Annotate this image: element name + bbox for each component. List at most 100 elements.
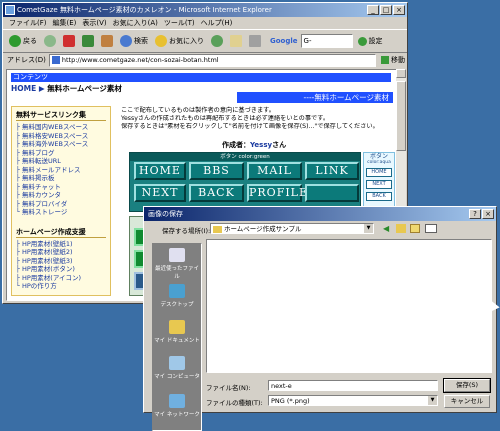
settings-icon: [357, 36, 367, 46]
breadcrumb: HOME ▶ 無料ホームページ素材: [11, 83, 122, 94]
nav-link[interactable]: ├ 無料ブログ: [16, 149, 106, 158]
nav-link[interactable]: ├ 無料メールアドレス: [16, 166, 106, 175]
dialog-titlebar[interactable]: 画像の保存 ? ×: [144, 207, 496, 221]
menu-favorites[interactable]: お気に入り(A): [113, 17, 158, 29]
desktop-icon: [169, 284, 185, 298]
sample-button-home[interactable]: HOME: [134, 162, 186, 180]
filetype-label: ファイルの種類(T):: [206, 399, 263, 407]
breadcrumb-home[interactable]: HOME: [11, 84, 36, 93]
button-panel: ボタン color:green: [129, 152, 361, 212]
nav-link[interactable]: ├ 無料掲示板: [16, 174, 106, 183]
nav-link[interactable]: ├ 無料格安WEBスペース: [16, 132, 106, 141]
nav-link[interactable]: └ 無料ストレージ: [16, 208, 106, 217]
place-my-computer[interactable]: マイ コンピュータ: [153, 356, 201, 380]
chevron-down-icon[interactable]: ▼: [428, 396, 437, 405]
author-name[interactable]: Yessy: [250, 141, 272, 149]
support-link[interactable]: ├ HP用素材(ボタン): [16, 265, 106, 274]
close-button[interactable]: ×: [393, 5, 405, 15]
address-input[interactable]: http://www.cometgaze.net/con-sozai-botan…: [48, 53, 376, 67]
filename-input[interactable]: next-e: [268, 380, 438, 391]
browser-titlebar[interactable]: CometGaze 無料ホームページ素材のカメレオン - Microsoft I…: [3, 3, 407, 17]
filetype-value: PNG (*.png): [271, 397, 310, 405]
stop-button[interactable]: [61, 32, 77, 50]
forward-button[interactable]: [42, 32, 58, 50]
up-folder-icon[interactable]: [396, 224, 406, 233]
sample-button-link[interactable]: LINK: [305, 162, 359, 180]
sample-button-back[interactable]: BACK: [189, 184, 244, 202]
save-button[interactable]: 保存(S): [443, 378, 491, 393]
right-title-bar: ----無料ホームページ素材: [237, 92, 393, 103]
place-desktop[interactable]: デスクトップ: [153, 284, 201, 308]
nav-back-icon[interactable]: ◀: [383, 224, 392, 233]
help-button[interactable]: ?: [469, 209, 481, 219]
print-button[interactable]: [247, 32, 263, 50]
chevron-down-icon[interactable]: ▼: [364, 224, 373, 233]
filename-label: ファイル名(N):: [206, 384, 251, 392]
my-computer-icon: [169, 356, 185, 370]
refresh-icon: [82, 35, 94, 47]
home-button[interactable]: [99, 32, 115, 50]
save-dialog: 画像の保存 ? × 保存する場所(I): ホームページ作成サンプル ▼ ◀ 最近…: [143, 206, 497, 431]
search-button[interactable]: 検索: [118, 32, 150, 50]
nav-link[interactable]: ├ 無料カウンタ: [16, 191, 106, 200]
nav-link[interactable]: ├ 無料プロバイダ: [16, 200, 106, 209]
support-link[interactable]: └ HPの作り方: [16, 282, 106, 291]
star-icon: [155, 35, 167, 47]
sample-button-bbs[interactable]: BBS: [189, 162, 244, 180]
scroll-thumb[interactable]: [396, 81, 406, 151]
history-button[interactable]: [209, 32, 225, 50]
sample-button-profile[interactable]: PROFILE: [247, 184, 307, 202]
stop-icon: [63, 35, 75, 47]
view-menu-icon[interactable]: [425, 224, 437, 233]
place-my-documents[interactable]: マイ ドキュメント: [153, 320, 201, 344]
cancel-button[interactable]: キャンセル: [444, 395, 490, 408]
file-list[interactable]: [206, 239, 492, 373]
browser-toolbar: 戻る 検索 お気に入り Google G- 設定: [3, 29, 407, 53]
place-recent[interactable]: 最近使ったファイル: [153, 248, 201, 280]
settings-button[interactable]: 設定: [356, 32, 385, 50]
scroll-up-button[interactable]: [396, 69, 406, 78]
support-link[interactable]: ├ HP用素材(アイコン): [16, 274, 106, 283]
menu-edit[interactable]: 編集(E): [53, 17, 77, 29]
menu-view[interactable]: 表示(V): [82, 17, 106, 29]
nav-link[interactable]: ├ 無料転送URL: [16, 157, 106, 166]
dialog-close-button[interactable]: ×: [482, 209, 494, 219]
google-search-input[interactable]: G-: [300, 34, 353, 48]
sample-button-mail[interactable]: MAIL: [247, 162, 302, 180]
address-label: アドレス(D): [7, 56, 46, 64]
nav-link[interactable]: ├ 無料海外WEBスペース: [16, 140, 106, 149]
support-link[interactable]: ├ HP用素材(壁紙3): [16, 257, 106, 266]
side-button-back[interactable]: BACK: [366, 192, 392, 201]
back-button[interactable]: 戻る: [7, 32, 39, 50]
maximize-button[interactable]: □: [380, 5, 392, 15]
menu-file[interactable]: ファイル(F): [9, 17, 47, 29]
left-nav: 無料サービスリンク集 ├ 無料国内WEBスペース ├ 無料格安WEBスペース ├…: [11, 106, 111, 296]
new-folder-icon[interactable]: [410, 224, 420, 233]
save-in-label: 保存する場所(I):: [162, 227, 211, 235]
address-value: http://www.cometgaze.net/con-sozai-botan…: [61, 55, 219, 64]
support-link[interactable]: ├ HP用素材(壁紙2): [16, 248, 106, 257]
menu-help[interactable]: ヘルプ(H): [201, 17, 233, 29]
filetype-select[interactable]: PNG (*.png) ▼: [268, 395, 438, 406]
save-in-select[interactable]: ホームページ作成サンプル ▼: [210, 223, 374, 234]
place-my-network[interactable]: マイ ネットワーク: [153, 394, 201, 418]
minimize-button[interactable]: _: [367, 5, 379, 15]
sample-button-next[interactable]: NEXT: [134, 184, 186, 202]
button-panel-caption: ボタン color:green: [130, 153, 360, 161]
go-button[interactable]: 移動: [379, 54, 407, 66]
author-label: 作成者：: [222, 141, 250, 149]
breadcrumb-sep: ▶: [38, 84, 45, 93]
dialog-title: 画像の保存: [148, 210, 183, 218]
mail-button[interactable]: [228, 32, 244, 50]
favorites-button[interactable]: お気に入り: [153, 32, 206, 50]
side-button-home[interactable]: HOME: [366, 168, 392, 177]
sample-button-blank[interactable]: [305, 184, 359, 202]
support-link[interactable]: ├ HP用素材(壁紙1): [16, 240, 106, 249]
menu-tools[interactable]: ツール(T): [164, 17, 195, 29]
refresh-button[interactable]: [80, 32, 96, 50]
back-arrow-icon: [9, 35, 21, 47]
side-button-next[interactable]: NEXT: [366, 180, 392, 189]
nav-link[interactable]: ├ 無料チャット: [16, 183, 106, 192]
nav-link[interactable]: ├ 無料国内WEBスペース: [16, 123, 106, 132]
links-list: ├ 無料国内WEBスペース ├ 無料格安WEBスペース ├ 無料海外WEBスペー…: [16, 123, 106, 217]
